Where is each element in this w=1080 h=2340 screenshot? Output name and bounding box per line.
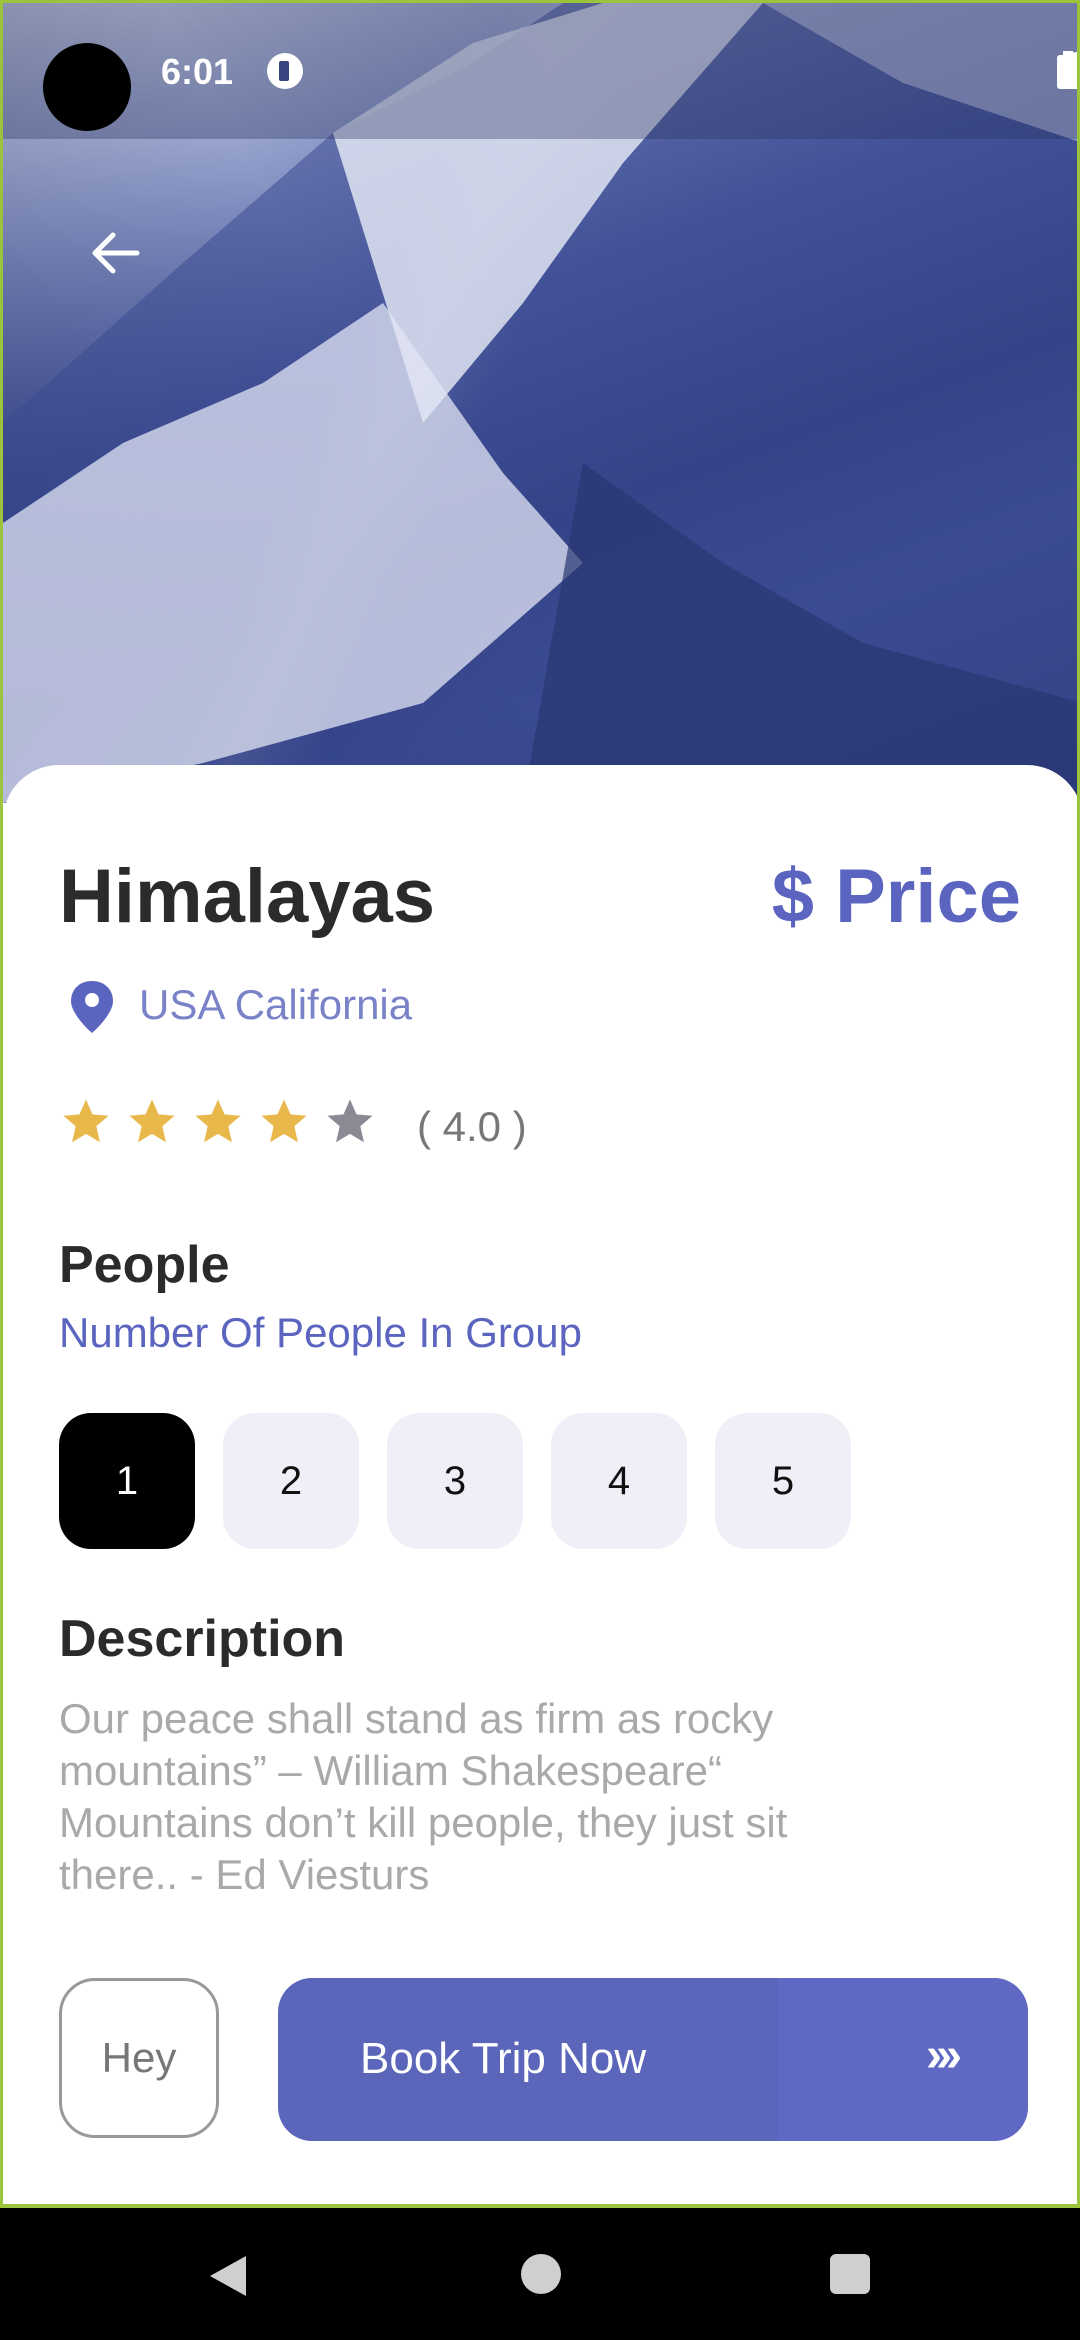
people-heading: People [59, 1236, 230, 1294]
status-time: 6:01 [161, 51, 234, 92]
nav-home-icon[interactable] [521, 2254, 561, 2294]
description-text: Our peace shall stand as firm as rocky m… [59, 1695, 788, 1898]
description-heading: Description [59, 1610, 346, 1668]
hey-button[interactable]: Hey [59, 1978, 219, 2138]
rating-value: ( 4.0 ) [417, 1103, 527, 1150]
book-trip-label: Book Trip Now [360, 2034, 647, 2083]
hero-image: 6:01 [3, 3, 1077, 803]
people-option-5[interactable]: 5 [715, 1413, 851, 1549]
people-subtitle: Number Of People In Group [59, 1309, 582, 1356]
destination-title: Himalayas [59, 854, 436, 939]
arrow-left-icon [92, 232, 140, 274]
rating-stars [59, 1095, 377, 1149]
book-arrow-box: ››› [778, 1978, 1028, 2141]
back-button[interactable] [91, 231, 161, 291]
price-label: $ Price [771, 854, 1021, 939]
star-filled-icon [129, 1099, 175, 1143]
battery-icon [1057, 51, 1077, 89]
star-filled-icon [261, 1099, 307, 1143]
book-trip-button[interactable]: Book Trip Now ››› [278, 1978, 1028, 2141]
camera-cutout [43, 43, 131, 131]
star-empty-icon [327, 1099, 373, 1143]
location-pin-icon [71, 981, 113, 1033]
people-selector: 1 2 3 4 5 [59, 1413, 851, 1549]
double-chevron-right-icon: ››› [926, 2029, 962, 2082]
location-text: USA California [139, 981, 413, 1028]
star-filled-icon [63, 1099, 109, 1143]
nav-back-icon[interactable] [206, 2252, 250, 2300]
notification-app-icon [267, 53, 303, 89]
people-option-1[interactable]: 1 [59, 1413, 195, 1549]
status-bar: 6:01 [3, 3, 1077, 139]
nav-recents-icon[interactable] [830, 2254, 870, 2294]
star-filled-icon [195, 1099, 241, 1143]
app-screen: 6:01 Himalayas $ Price USA California ( … [0, 0, 1080, 2208]
people-option-3[interactable]: 3 [387, 1413, 523, 1549]
people-option-2[interactable]: 2 [223, 1413, 359, 1549]
people-option-4[interactable]: 4 [551, 1413, 687, 1549]
